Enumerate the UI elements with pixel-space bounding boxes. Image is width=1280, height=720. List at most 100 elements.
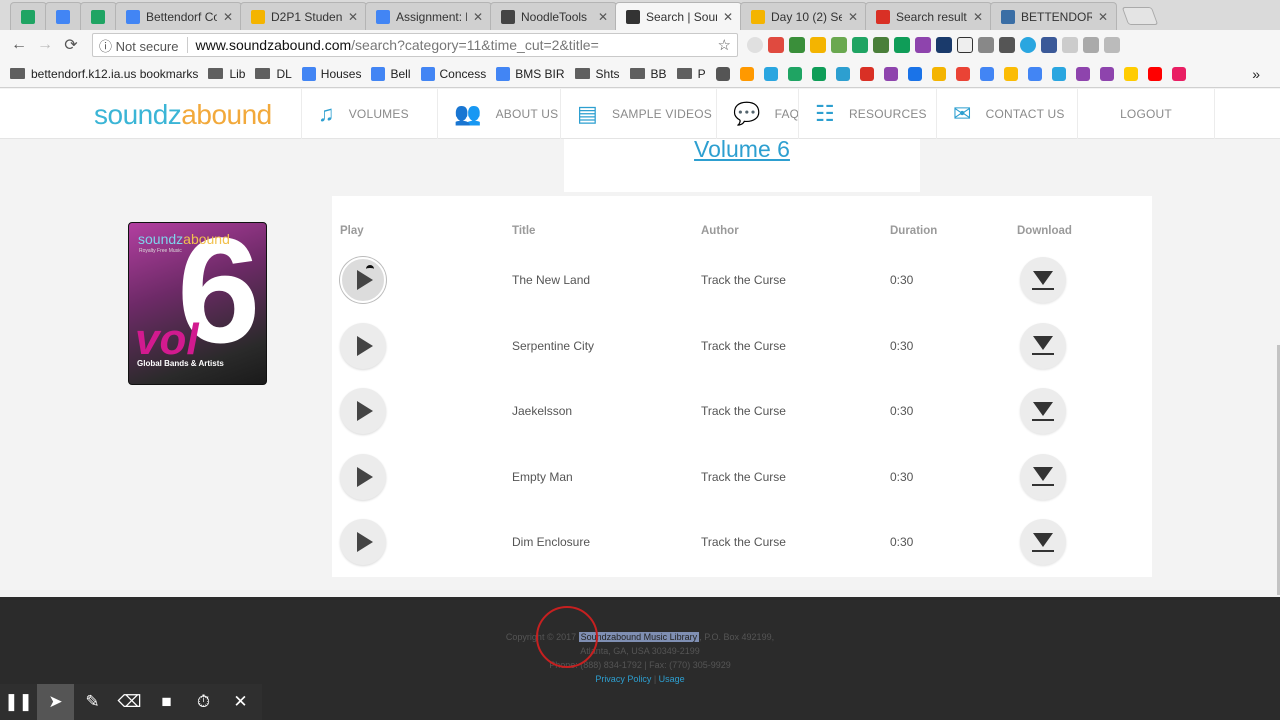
back-button[interactable]: ← [6,36,32,54]
browser-tab[interactable]: Search | Soun ✕ [615,2,742,30]
volume-title-link[interactable]: Volume 6 [694,136,790,163]
more-bookmarks-icon[interactable]: » [1252,66,1260,82]
bookmark-icon[interactable] [811,66,826,81]
extension-icon[interactable] [956,37,973,53]
play-button[interactable] [340,453,386,500]
play-button[interactable] [340,519,386,566]
pointer-icon[interactable]: ➤ [37,684,74,720]
not-secure-indicator[interactable]: ⓘ Not secure [99,36,179,55]
tab-close-icon[interactable]: ✕ [598,10,608,24]
bookmark-icon[interactable] [763,66,778,81]
bookmark-item[interactable]: P [676,67,706,81]
nav-sample-videos[interactable]: ▤ SAMPLE VIDEOS [560,89,716,139]
bookmark-icon[interactable] [907,66,922,81]
tab-close-icon[interactable]: ✕ [973,10,983,24]
browser-tab[interactable]: Search results ✕ [865,2,992,30]
play-button[interactable] [340,322,386,369]
bookmark-item[interactable]: BMS BIR [496,66,565,81]
extension-icon[interactable] [893,37,910,53]
download-button[interactable] [1020,257,1066,303]
extension-icon[interactable] [830,37,847,53]
bookmark-icon[interactable] [955,66,970,81]
browser-tab[interactable] [80,2,117,30]
browser-tab[interactable] [10,2,47,30]
nav-about-us[interactable]: 👥 ABOUT US [437,89,560,139]
extension-icon[interactable] [1061,37,1078,53]
camera-icon[interactable]: ■ [148,684,185,720]
extension-icon[interactable] [851,37,868,53]
play-button[interactable] [340,388,386,435]
bookmark-icon[interactable] [1123,66,1138,81]
nav-logout[interactable]: LOGOUT [1077,89,1215,139]
extension-icon[interactable] [977,37,994,53]
privacy-policy-link[interactable]: Privacy Policy [595,674,651,684]
forward-button[interactable]: → [32,36,58,54]
bookmark-item[interactable]: BB [629,67,667,81]
extension-icon[interactable] [767,37,784,53]
bookmark-item[interactable]: DL [255,67,292,81]
pen-icon[interactable]: ✎ [74,684,111,720]
extension-icon[interactable] [1103,37,1120,53]
tab-close-icon[interactable]: ✕ [473,10,483,24]
browser-tab[interactable]: NoodleTools ✕ [490,2,617,30]
extension-icon[interactable] [935,37,952,53]
bookmark-icon[interactable] [1051,66,1066,81]
browser-tab[interactable]: BETTENDORF ✕ [990,2,1117,30]
bookmark-icon[interactable] [1147,66,1162,81]
browser-tab[interactable]: Assignment: h ✕ [365,2,492,30]
bookmark-item[interactable]: Houses [301,66,361,81]
extension-icon[interactable] [1082,37,1099,53]
play-button[interactable] [340,257,386,303]
bookmark-item[interactable]: Lib [208,67,245,81]
tab-close-icon[interactable]: ✕ [1098,10,1108,24]
bookmark-icon[interactable] [1027,66,1042,81]
drive-icon[interactable] [809,37,826,53]
bookmark-icon[interactable] [1075,66,1090,81]
bookmark-icon[interactable] [739,66,754,81]
bookmark-icon[interactable] [835,66,850,81]
bookmark-item[interactable]: Bell [371,66,411,81]
extension-icon[interactable] [1040,37,1057,53]
nav-resources[interactable]: ☷ RESOURCES [798,89,936,139]
bookmark-icon[interactable] [931,66,946,81]
tab-close-icon[interactable]: ✕ [348,10,358,24]
tab-close-icon[interactable]: ✕ [223,10,233,24]
bookmark-icon[interactable] [787,66,802,81]
extension-icon[interactable] [1019,37,1036,53]
tab-close-icon[interactable]: ✕ [723,10,733,24]
extension-icon[interactable] [788,37,805,53]
bookmark-icon[interactable] [883,66,898,81]
bookmark-icon[interactable] [859,66,874,81]
browser-tab[interactable] [45,2,82,30]
bookmark-icon[interactable] [1171,66,1186,81]
bookmark-item[interactable]: bettendorf.k12.ia.us bookmarks [10,67,198,81]
download-button[interactable] [1020,519,1066,566]
browser-tab[interactable]: D2P1 Student ✕ [240,2,367,30]
bookmark-icon[interactable] [715,66,730,81]
extension-icon[interactable] [998,37,1015,53]
download-button[interactable] [1020,322,1066,369]
bookmark-item[interactable]: Shts [574,67,620,81]
download-button[interactable] [1020,388,1066,435]
address-bar[interactable]: ⓘ Not secure www.soundzabound.com/search… [92,33,738,57]
bookmark-icon[interactable] [1003,66,1018,81]
bookmark-icon[interactable] [1099,66,1114,81]
close-icon[interactable]: ✕ [222,684,259,720]
extension-icon[interactable] [914,37,931,53]
bookmark-item[interactable]: Concess [420,66,486,81]
tab-close-icon[interactable]: ✕ [848,10,858,24]
nav-faq[interactable]: 💬 FAQ [716,89,799,139]
bookmark-star-icon[interactable]: ☆ [718,36,731,54]
soundzabound-logo[interactable]: soundzabound [94,99,272,131]
bookmark-icon[interactable] [979,66,994,81]
nav-volumes[interactable]: ♫ VOLUMES [301,89,437,139]
pause-icon[interactable]: ❚❚ [0,684,37,720]
usage-link[interactable]: Usage [659,674,685,684]
eraser-icon[interactable]: ⌫ [111,684,148,720]
reload-button[interactable]: ⟳ [58,35,84,55]
timer-icon[interactable]: ⏱ [185,684,222,720]
browser-tab[interactable]: Day 10 (2) Se ✕ [740,2,867,30]
new-tab-button[interactable] [1121,7,1159,25]
nav-contact-us[interactable]: ✉ CONTACT US [936,89,1077,139]
download-button[interactable] [1020,453,1066,500]
